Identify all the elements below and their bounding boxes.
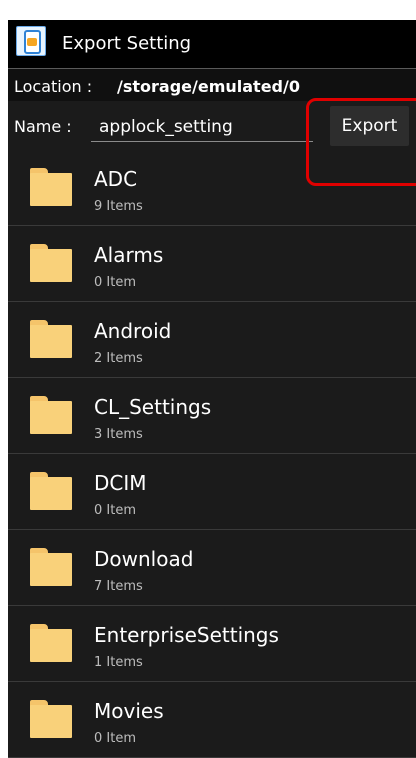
folder-icon [30, 548, 72, 586]
location-bar: Location : /storage/emulated/0 [8, 68, 416, 101]
folder-item-count: 9 Items [94, 199, 143, 214]
title-bar: Export Setting [8, 20, 416, 68]
folder-item-cl-settings[interactable]: CL_Settings 3 Items [8, 378, 416, 454]
folder-icon [30, 244, 72, 282]
location-path: /storage/emulated/0 [117, 77, 300, 96]
folder-item-count: 0 Item [94, 503, 136, 518]
folder-item-count: 7 Items [94, 579, 143, 594]
export-button[interactable]: Export [330, 106, 409, 146]
folder-item-android[interactable]: Android 2 Items [8, 302, 416, 378]
folder-name: EnterpriseSettings [94, 623, 279, 647]
folder-name: Alarms [94, 243, 164, 267]
folder-item-adc[interactable]: ADC 9 Items [8, 150, 416, 226]
name-label: Name : [14, 117, 72, 136]
folder-list: ADC 9 Items Alarms 0 Item Android 2 Item… [8, 150, 416, 758]
folder-item-download[interactable]: Download 7 Items [8, 530, 416, 606]
folder-item-count: 2 Items [94, 351, 143, 366]
folder-name: DCIM [94, 471, 147, 495]
folder-name: Android [94, 319, 172, 343]
folder-name: Movies [94, 699, 164, 723]
folder-item-count: 3 Items [94, 427, 143, 442]
folder-name: CL_Settings [94, 395, 212, 419]
folder-item-count: 1 Items [94, 655, 143, 670]
folder-icon [30, 700, 72, 738]
folder-name: ADC [94, 167, 138, 191]
folder-item-count: 0 Item [94, 275, 136, 290]
folder-icon [30, 168, 72, 206]
folder-item-enterprisesettings[interactable]: EnterpriseSettings 1 Items [8, 606, 416, 682]
folder-item-dcim[interactable]: DCIM 0 Item [8, 454, 416, 530]
folder-item-movies[interactable]: Movies 0 Item [8, 682, 416, 758]
folder-item-count: 0 Item [94, 731, 136, 746]
folder-icon [30, 320, 72, 358]
folder-icon [30, 472, 72, 510]
folder-icon [30, 624, 72, 662]
export-dialog: Export Setting Location : /storage/emula… [8, 20, 416, 758]
location-label: Location : [14, 77, 93, 96]
filename-input[interactable] [91, 112, 313, 142]
folder-item-alarms[interactable]: Alarms 0 Item [8, 226, 416, 302]
applock-phone-icon [16, 26, 46, 56]
folder-icon [30, 396, 72, 434]
folder-name: Download [94, 547, 194, 571]
dialog-title: Export Setting [62, 33, 192, 54]
